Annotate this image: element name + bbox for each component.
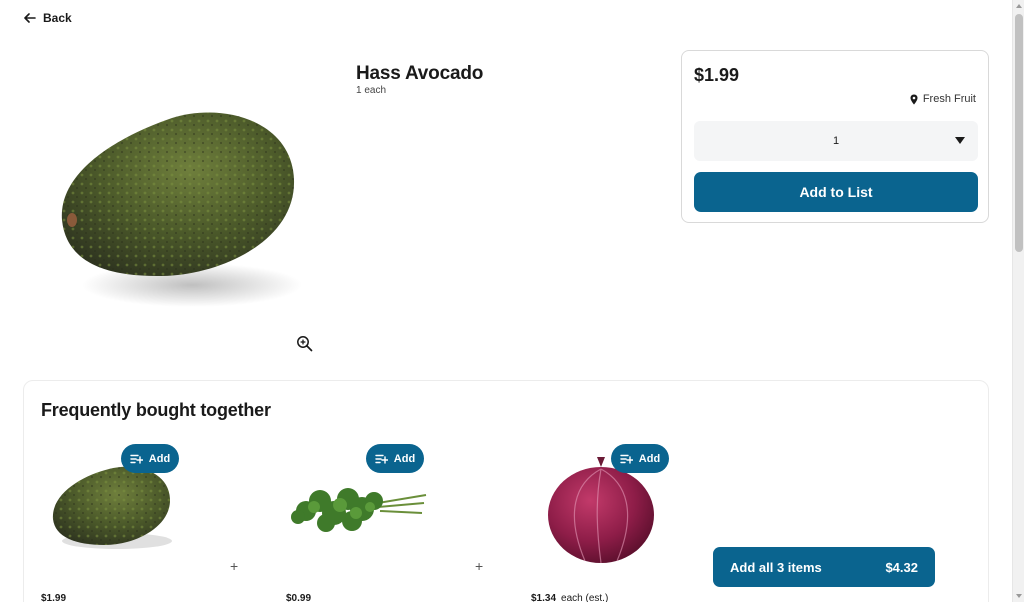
add-label: Add <box>638 452 661 465</box>
product-price: $1.99 <box>694 65 740 85</box>
add-all-label: Add all 3 items <box>730 559 822 575</box>
item-image <box>52 466 172 549</box>
item-price: $1.34 each (est.) <box>531 593 608 602</box>
add-label: Add <box>148 452 171 465</box>
add-item-button[interactable]: Add <box>611 444 669 473</box>
purchase-card: $1.99 Fresh Fruit 1 Add to List <box>681 50 989 223</box>
product-image <box>61 112 302 307</box>
scroll-up-icon[interactable] <box>1016 4 1022 8</box>
back-button[interactable]: Back <box>24 11 72 25</box>
item-price: $0.99 <box>286 593 311 602</box>
add-all-total: $4.32 <box>885 559 918 575</box>
plus-icon: + <box>230 558 239 574</box>
frequently-bought-together: Frequently bought together Add $1.99 + A… <box>23 380 989 602</box>
fbt-item-red-onion: Add $1.34 each (est.) <box>531 443 711 602</box>
price-value: $0.99 <box>286 593 312 602</box>
quantity-select[interactable]: 1 <box>694 121 978 161</box>
add-item-button[interactable]: Add <box>121 444 179 473</box>
section-title: Frequently bought together <box>41 400 271 420</box>
zoom-in-icon[interactable] <box>296 335 313 352</box>
location-pin-icon <box>910 94 918 104</box>
item-image <box>291 488 427 532</box>
product-title: Hass Avocado <box>356 63 484 84</box>
scroll-down-icon[interactable] <box>1016 594 1022 598</box>
add-to-list-icon <box>130 454 143 464</box>
page-scrollbar[interactable] <box>1012 0 1024 602</box>
aisle-location: Fresh Fruit <box>910 93 976 105</box>
price-value: $1.99 <box>41 593 67 602</box>
add-to-list-button[interactable]: Add to List <box>694 172 978 212</box>
add-item-button[interactable]: Add <box>366 444 424 473</box>
aisle-label: Fresh Fruit <box>922 93 976 105</box>
fbt-item-cilantro: Add $0.99 <box>286 443 466 602</box>
plus-icon: + <box>475 558 484 574</box>
item-price: $1.99 <box>41 593 66 602</box>
chevron-down-icon <box>955 137 965 144</box>
price-note: each (est.) <box>561 593 609 602</box>
add-all-button[interactable]: Add all 3 items $4.32 <box>713 547 935 587</box>
add-to-list-icon <box>620 454 633 464</box>
price-value: $1.34 <box>531 593 557 602</box>
quantity-value: 1 <box>832 135 840 147</box>
scrollbar-thumb[interactable] <box>1015 14 1023 252</box>
back-label: Back <box>43 11 72 25</box>
add-to-list-icon <box>375 454 388 464</box>
product-unit: 1 each <box>356 85 387 96</box>
fbt-item-avocado: Add $1.99 <box>41 443 221 602</box>
arrow-left-icon <box>24 13 36 23</box>
add-label: Add <box>393 452 416 465</box>
